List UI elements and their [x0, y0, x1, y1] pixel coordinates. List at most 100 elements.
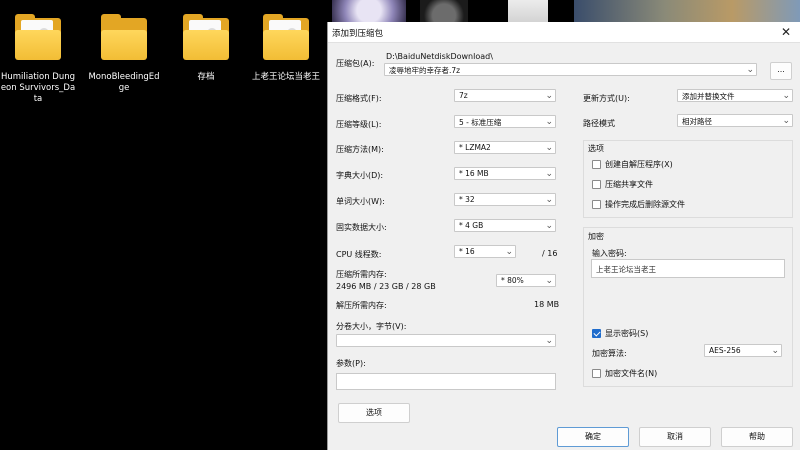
desktop-icon-label: 上老王论坛当老王: [251, 72, 320, 82]
chevron-down-icon: ⌄: [545, 195, 553, 205]
method-label: 压缩方法(M):: [336, 145, 384, 154]
desktop-icon-label: MonoBleedingEdge: [88, 72, 160, 93]
show-password-label: 显示密码(S): [605, 329, 649, 338]
split-combo[interactable]: ⌄: [336, 334, 556, 347]
checkbox[interactable]: [592, 160, 601, 169]
threads-value: * 16: [459, 247, 475, 256]
level-label: 压缩等级(L):: [336, 120, 382, 129]
option-sfx[interactable]: 创建自解压程序(X): [592, 159, 673, 170]
dict-value: * 16 MB: [459, 169, 489, 178]
word-label: 单词大小(W):: [336, 197, 385, 206]
password-label: 输入密码:: [592, 249, 627, 258]
path-mode-value: 相对路径: [682, 117, 712, 126]
path-mode-select[interactable]: 相对路径 ⌄: [677, 114, 793, 127]
format-label: 压缩格式(F):: [336, 94, 382, 103]
options-button[interactable]: 选项: [338, 403, 410, 423]
chevron-down-icon: ⌄: [505, 247, 513, 257]
ok-button[interactable]: 确定: [557, 427, 629, 447]
path-mode-label: 路径模式: [583, 119, 615, 128]
chevron-down-icon: ⌄: [545, 143, 553, 153]
folder-icon: [99, 12, 149, 64]
dialog-titlebar[interactable]: 添加到压缩包 ✕: [328, 22, 800, 43]
encrypt-filenames-toggle[interactable]: 加密文件名(N): [592, 368, 657, 379]
mem-decompress-label: 解压所需内存:: [336, 301, 387, 310]
archive-name-combo[interactable]: 凌辱地牢的幸存者.7z ⌄: [384, 63, 757, 76]
archive-path: D:\BaiduNetdiskDownload\: [386, 52, 493, 61]
chevron-down-icon: ⌄: [746, 65, 754, 75]
threads-select[interactable]: * 16 ⌄: [454, 245, 516, 258]
dialog-title: 添加到压缩包: [332, 29, 384, 39]
solid-value: * 4 GB: [459, 221, 484, 230]
word-select[interactable]: * 32 ⌄: [454, 193, 556, 206]
desktop-wallpaper-landscape: [574, 0, 800, 22]
cancel-button[interactable]: 取消: [639, 427, 711, 447]
option-sfx-label: 创建自解压程序(X): [605, 160, 673, 169]
level-value: 5 - 标准压缩: [459, 118, 502, 127]
folder-icon: [181, 12, 231, 64]
chevron-down-icon: ⌄: [771, 346, 779, 356]
chevron-down-icon: ⌄: [545, 221, 553, 231]
password-value: 上老王论坛当老王: [596, 265, 656, 274]
password-input[interactable]: 上老王论坛当老王: [591, 259, 785, 278]
close-icon[interactable]: ✕: [778, 24, 794, 40]
encrypt-filenames-label: 加密文件名(N): [605, 369, 658, 378]
format-select[interactable]: 7z ⌄: [454, 89, 556, 102]
update-mode-label: 更新方式(U):: [583, 94, 630, 103]
checkbox[interactable]: [592, 369, 601, 378]
params-label: 参数(P):: [336, 359, 366, 368]
options-group-title: 选项: [588, 144, 604, 153]
chevron-down-icon: ⌄: [545, 336, 553, 346]
word-value: * 32: [459, 195, 475, 204]
threads-label: CPU 线程数:: [336, 250, 382, 259]
option-delete-source[interactable]: 操作完成后删除源文件: [592, 199, 685, 210]
archive-name-value: 凌辱地牢的幸存者.7z: [389, 66, 461, 75]
checkbox[interactable]: [592, 180, 601, 189]
params-input[interactable]: [336, 373, 556, 390]
split-label: 分卷大小，字节(V):: [336, 322, 407, 331]
encryption-group-title: 加密: [588, 232, 604, 241]
desktop-icon-humiliation-data[interactable]: Humiliation Dungeon Survivors_Data: [0, 12, 76, 105]
threads-total: / 16: [542, 249, 558, 258]
level-select[interactable]: 5 - 标准压缩 ⌄: [454, 115, 556, 128]
browse-button[interactable]: ...: [770, 62, 792, 80]
desktop-icon-label: 存档: [197, 72, 215, 82]
desktop-icon-forum-link[interactable]: 上老王论坛当老王: [248, 12, 324, 83]
dict-select[interactable]: * 16 MB ⌄: [454, 167, 556, 180]
mem-compress-value: * 80%: [501, 276, 524, 285]
archive-label: 压缩包(A):: [336, 59, 375, 68]
checkbox-checked[interactable]: [592, 329, 601, 338]
format-value: 7z: [459, 91, 468, 100]
desktop-icon-saves[interactable]: 存档: [168, 12, 244, 83]
chevron-down-icon: ⌄: [782, 91, 790, 101]
desktop-icon-label: Humiliation Dungeon Survivors_Data: [0, 72, 76, 104]
chevron-down-icon: ⌄: [545, 276, 553, 286]
chevron-down-icon: ⌄: [545, 169, 553, 179]
chevron-down-icon: ⌄: [545, 91, 553, 101]
help-button[interactable]: 帮助: [721, 427, 793, 447]
encryption-method-value: AES-256: [709, 346, 741, 355]
encryption-method-label: 加密算法:: [592, 349, 627, 358]
dict-label: 字典大小(D):: [336, 171, 384, 180]
method-value: * LZMA2: [459, 143, 491, 152]
update-mode-select[interactable]: 添加并替换文件 ⌄: [677, 89, 793, 102]
show-password-toggle[interactable]: 显示密码(S): [592, 328, 648, 339]
encryption-method-select[interactable]: AES-256 ⌄: [704, 344, 782, 357]
chevron-down-icon: ⌄: [782, 116, 790, 126]
mem-decompress-value: 18 MB: [534, 300, 560, 309]
add-to-archive-dialog: 添加到压缩包 ✕ 压缩包(A): D:\BaiduNetdiskDownload…: [327, 22, 800, 450]
method-select[interactable]: * LZMA2 ⌄: [454, 141, 556, 154]
update-mode-value: 添加并替换文件: [682, 92, 735, 101]
option-shared-files-label: 压缩共享文件: [605, 180, 653, 189]
option-shared-files[interactable]: 压缩共享文件: [592, 179, 653, 190]
solid-select[interactable]: * 4 GB ⌄: [454, 219, 556, 232]
chevron-down-icon: ⌄: [545, 117, 553, 127]
desktop-icon-monobleedingedge[interactable]: MonoBleedingEdge: [86, 12, 162, 94]
mem-compress-select[interactable]: * 80% ⌄: [496, 274, 556, 287]
mem-compress-detail: 2496 MB / 23 GB / 28 GB: [336, 282, 436, 291]
folder-icon: [13, 12, 63, 64]
mem-compress-label: 压缩所需内存:: [336, 270, 387, 279]
folder-icon: [261, 12, 311, 64]
solid-label: 固实数据大小:: [336, 223, 387, 232]
option-delete-source-label: 操作完成后删除源文件: [605, 200, 685, 209]
checkbox[interactable]: [592, 200, 601, 209]
